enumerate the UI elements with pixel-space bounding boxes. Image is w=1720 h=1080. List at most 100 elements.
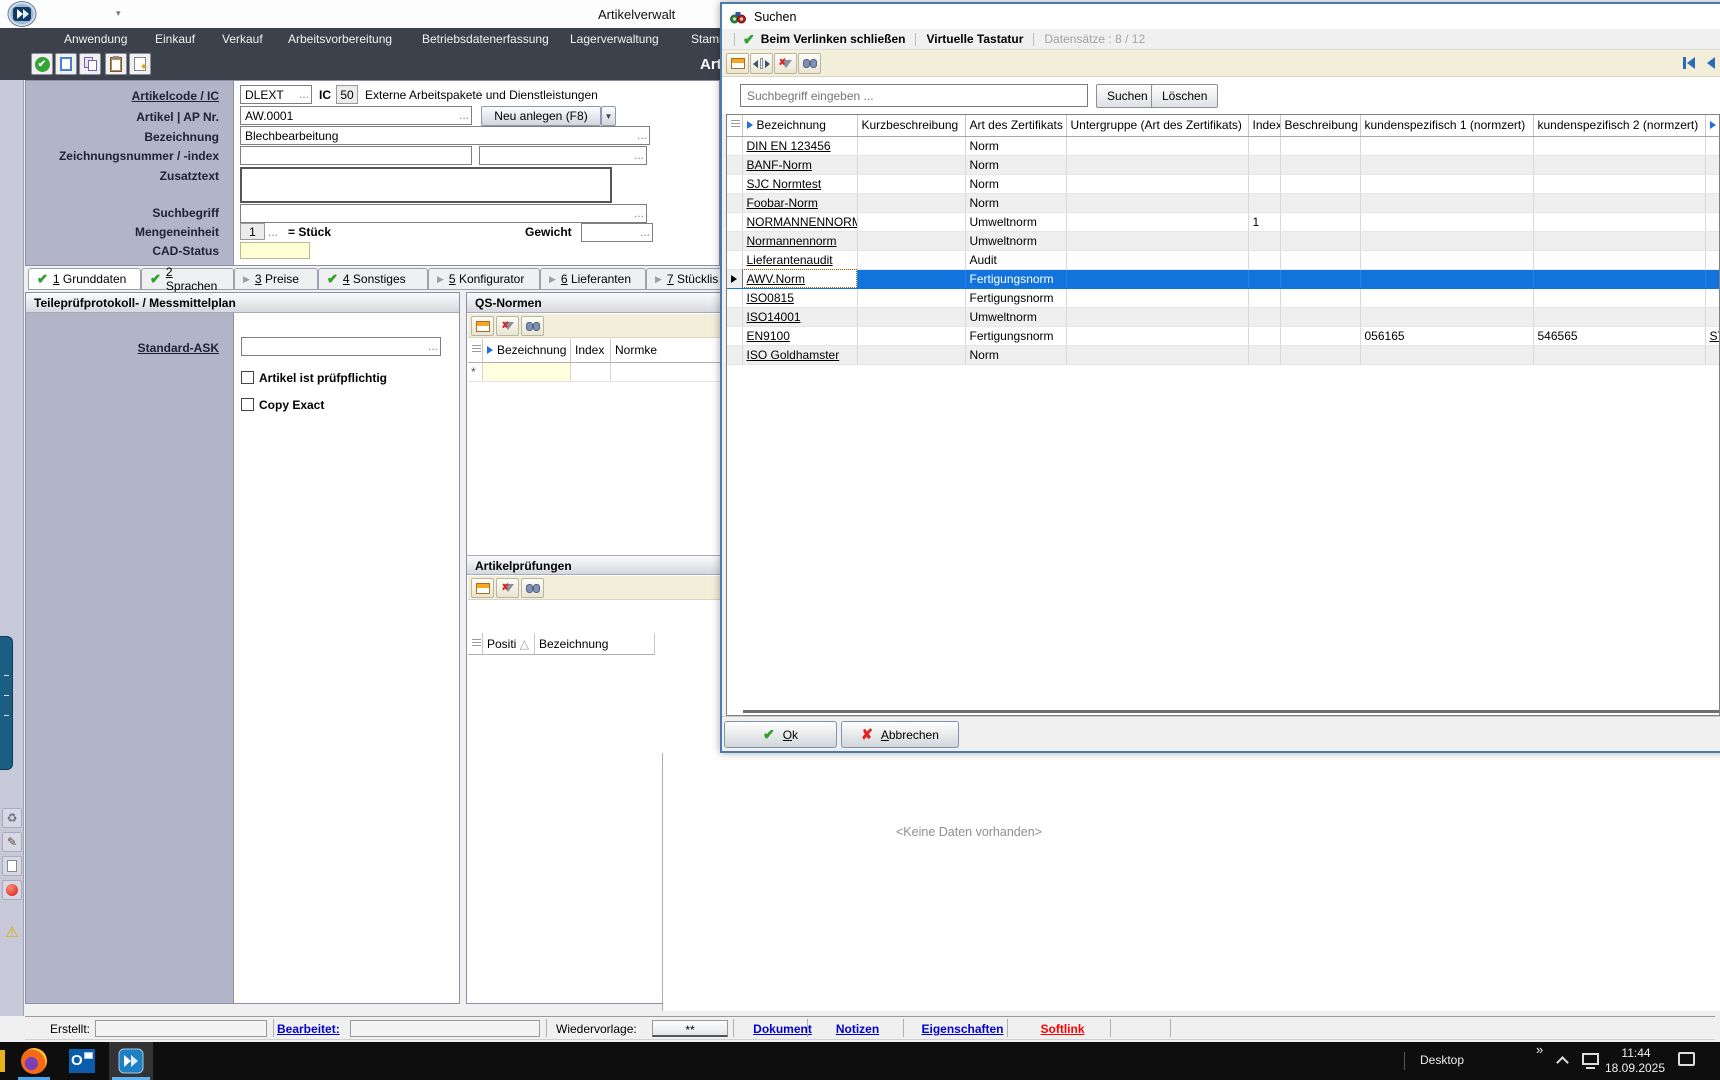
qs-col-bezeichnung[interactable]: Bezeichnung bbox=[483, 339, 571, 363]
confirm-button[interactable]: ✔ bbox=[31, 53, 53, 75]
archive-tool-button[interactable]: ♻ bbox=[2, 808, 22, 828]
menge-field[interactable]: 1 bbox=[240, 223, 265, 240]
zeichnungsnummer-field[interactable] bbox=[240, 146, 472, 165]
browse-ellipsis-button[interactable]: ... bbox=[299, 87, 309, 101]
col-bezeichnung[interactable]: Bezeichnung bbox=[742, 115, 857, 136]
table-row[interactable]: Normannennorm Umweltnorm bbox=[727, 231, 1720, 250]
standard-ask-field[interactable]: ... bbox=[241, 337, 441, 356]
col-untergruppe[interactable]: Untergruppe (Art des Zertifikats) bbox=[1066, 115, 1248, 136]
horizontal-scrollbar[interactable] bbox=[743, 710, 1719, 713]
tab-grunddaten[interactable]: ✔1 Grunddaten bbox=[28, 268, 141, 290]
table-row[interactable]: DIN EN 123456 Norm bbox=[727, 136, 1720, 155]
network-icon[interactable] bbox=[1582, 1053, 1599, 1065]
col-beschreibung[interactable]: Beschreibung bbox=[1280, 115, 1360, 136]
notizen-link[interactable]: Notizen bbox=[815, 1022, 900, 1036]
table-row[interactable]: ISO0815 Fertigungsnorm bbox=[727, 288, 1720, 307]
filter-clear-button[interactable]: ✘ bbox=[774, 53, 797, 74]
tray-expand-chevron-icon[interactable] bbox=[1556, 1056, 1569, 1069]
zeichnungsindex-field[interactable]: ... bbox=[479, 146, 647, 165]
menu-anwendung[interactable]: Anwendung bbox=[64, 32, 127, 46]
qs-col-index[interactable]: Index bbox=[571, 339, 611, 363]
record-state-button[interactable] bbox=[2, 880, 22, 900]
cut-off-app-icon[interactable] bbox=[0, 1050, 5, 1072]
grid-view-button[interactable] bbox=[726, 53, 749, 74]
new-document-button[interactable] bbox=[55, 53, 77, 75]
artikelcode-field[interactable]: DLEXT... bbox=[240, 85, 312, 104]
taskbar-firefox-button[interactable] bbox=[20, 1047, 48, 1075]
browse-ellipsis-button[interactable]: ... bbox=[640, 225, 650, 239]
browse-ellipsis-button[interactable]: ... bbox=[634, 206, 644, 220]
menu-betriebsdatenerfassung[interactable]: Betriebsdatenerfassung bbox=[422, 32, 549, 46]
pruef-col-position[interactable]: Positi △ bbox=[483, 633, 535, 655]
copy-button[interactable] bbox=[79, 53, 101, 75]
table-row[interactable]: ISO14001 Umweltnorm bbox=[727, 307, 1720, 326]
tab-sonstiges[interactable]: ✔4 Sonstiges bbox=[318, 268, 428, 290]
neu-anlegen-button[interactable]: Neu anlegen (F8) bbox=[481, 106, 601, 126]
notification-center-icon[interactable] bbox=[1678, 1052, 1695, 1066]
menu-verkauf[interactable]: Verkauf bbox=[222, 32, 263, 46]
col-kunden1[interactable]: kundenspezifisch 1 (normzert) bbox=[1360, 115, 1533, 136]
browse-ellipsis-button[interactable]: ... bbox=[637, 128, 647, 142]
lookup-button[interactable]: ✦ bbox=[129, 53, 151, 75]
artikel-nr-field[interactable]: AW.0001... bbox=[240, 106, 472, 125]
qs-new-row-cell[interactable] bbox=[571, 363, 611, 382]
close-on-link-menuitem[interactable]: Beim Verlinken schließen bbox=[761, 32, 906, 46]
taskbar-outlook-button[interactable]: O bbox=[68, 1047, 96, 1075]
label-artikelcode[interactable]: Artikelcode / IC bbox=[132, 89, 219, 103]
grid-view-button[interactable] bbox=[471, 578, 494, 598]
document-tool-button[interactable] bbox=[2, 856, 22, 876]
col-kunden2[interactable]: kundenspezifisch 2 (normzert) bbox=[1533, 115, 1705, 136]
search-button[interactable] bbox=[521, 316, 544, 336]
column-layout-button[interactable] bbox=[750, 53, 773, 74]
dokument-link[interactable]: Dokument bbox=[740, 1022, 825, 1036]
browse-ellipsis-button[interactable]: ... bbox=[428, 339, 438, 353]
menu-lagerverwaltung[interactable]: Lagerverwaltung bbox=[570, 32, 659, 46]
clock-date[interactable]: 18.09.2025 bbox=[1600, 1061, 1670, 1075]
tab-sprachen[interactable]: ✔2 Sprachen bbox=[141, 268, 234, 290]
copy-exact-checkbox[interactable] bbox=[241, 398, 254, 411]
quick-access-caret-icon[interactable]: ▾ bbox=[116, 8, 121, 19]
tab-preise[interactable]: ▶3 Preise bbox=[234, 268, 318, 290]
paste-button[interactable] bbox=[105, 53, 127, 75]
search-button[interactable] bbox=[798, 53, 821, 74]
table-row[interactable]: EN9100 Fertigungsnorm 056165546565 ST bbox=[727, 326, 1720, 345]
table-row[interactable]: NORMANNENNORM Umweltnorm1 bbox=[727, 212, 1720, 231]
neu-anlegen-dropdown[interactable]: ▼ bbox=[601, 106, 616, 126]
filter-clear-button[interactable]: ✘ bbox=[496, 316, 519, 336]
nav-first-record-button[interactable] bbox=[1680, 54, 1698, 72]
softlink-link[interactable]: Softlink bbox=[1015, 1022, 1110, 1036]
ok-button[interactable]: ✔ Ok bbox=[724, 721, 837, 748]
overflow-chevron[interactable]: » bbox=[1536, 1042, 1543, 1057]
dialog-titlebar[interactable]: Suchen bbox=[722, 4, 1720, 29]
table-row[interactable]: ISO Goldhamster Norm bbox=[727, 345, 1720, 364]
docked-panel-tab[interactable] bbox=[0, 636, 13, 770]
menge-ellipsis[interactable]: ... bbox=[268, 225, 278, 239]
browse-ellipsis-button[interactable]: ... bbox=[459, 108, 469, 122]
grid-view-button[interactable] bbox=[471, 316, 494, 336]
bearbeitet-link[interactable]: Bearbeitet: bbox=[277, 1022, 340, 1036]
clock-time[interactable]: 11:44 bbox=[1608, 1046, 1664, 1060]
col-art-zertifikat[interactable]: Art des Zertifikats bbox=[965, 115, 1066, 136]
virtual-keyboard-menuitem[interactable]: Virtuelle Tastatur bbox=[926, 32, 1023, 46]
filter-clear-button[interactable]: ✘ bbox=[496, 578, 519, 598]
zusatztext-field[interactable] bbox=[240, 167, 612, 203]
taskbar-active-app-button[interactable] bbox=[109, 1042, 153, 1080]
col-kurzbeschreibung[interactable]: Kurzbeschreibung bbox=[857, 115, 965, 136]
cad-status-field[interactable] bbox=[240, 242, 310, 259]
col-extra[interactable] bbox=[1705, 115, 1720, 136]
loeschen-button[interactable]: Löschen bbox=[1151, 84, 1218, 108]
tab-lieferanten[interactable]: ▶6 Lieferanten bbox=[540, 268, 646, 290]
desktop-toggle[interactable]: Desktop bbox=[1420, 1053, 1464, 1067]
wiedervorlage-spin[interactable]: ** bbox=[652, 1020, 728, 1037]
table-row[interactable]: BANF-Norm Norm bbox=[727, 155, 1720, 174]
table-row-selected[interactable]: AWV.Norm Fertigungsnorm bbox=[727, 269, 1720, 288]
pruef-col-bezeichnung[interactable]: Bezeichnung bbox=[535, 633, 655, 655]
table-row[interactable]: Lieferantenaudit Audit bbox=[727, 250, 1720, 269]
suchen-button[interactable]: Suchen bbox=[1096, 84, 1159, 108]
menu-arbeitsvorbereitung[interactable]: Arbeitsvorbereitung bbox=[288, 32, 392, 46]
suchbegriff-field[interactable]: ... bbox=[240, 204, 647, 223]
ic-number-field[interactable]: 50 bbox=[336, 85, 358, 104]
bezeichnung-field[interactable]: Blechbearbeitung... bbox=[240, 126, 650, 145]
qs-new-row-cell[interactable] bbox=[483, 363, 571, 382]
nav-previous-record-button[interactable] bbox=[1702, 54, 1720, 72]
